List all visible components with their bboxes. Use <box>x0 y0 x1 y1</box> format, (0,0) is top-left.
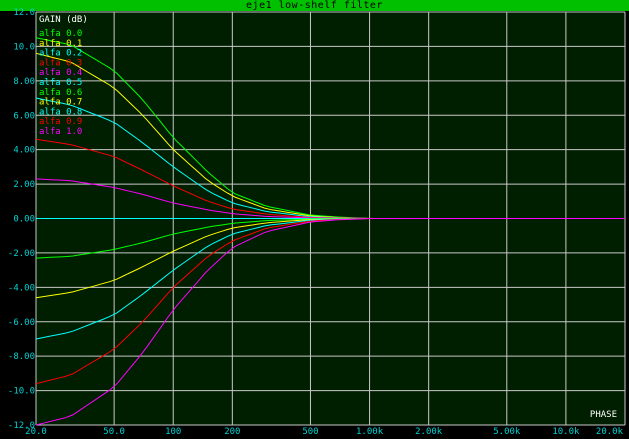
y-tick-label-7: -2.00 <box>8 249 35 259</box>
phase-label: PHASE <box>590 410 617 420</box>
x-tick-label-4: 500 <box>302 427 318 437</box>
x-tick-label-2: 100 <box>165 427 181 437</box>
y-tick-label-3: 6.00 <box>13 111 35 121</box>
legend-entry-1: alfa 0.1 <box>39 39 82 49</box>
legend-entry-4: alfa 0.4 <box>39 68 82 78</box>
chart-canvas: 12.0 10.0 8.00 6.00 4.00 2.00 0.00 -2.00 -4.00 -6… <box>8 8 626 437</box>
y-tick-label-9: -6.00 <box>8 318 35 328</box>
legend-entry-7: alfa 0.7 <box>39 98 82 108</box>
x-tick-label-6: 2.00k <box>415 427 443 437</box>
y-tick-label-4: 4.00 <box>13 146 35 156</box>
legend-entry-2: alfa 0.2 <box>39 49 82 59</box>
legend-entry-5: alfa 0.5 <box>39 78 82 88</box>
y-tick-label-6: 0.00 <box>13 215 35 225</box>
y-tick-label-5: 2.00 <box>13 180 35 190</box>
y-axis-label: GAIN (dB) <box>39 15 88 25</box>
legend-entry-0: alfa 0.0 <box>39 29 82 39</box>
y-tick-label-8: -4.00 <box>8 283 35 293</box>
x-tick-label-8: 10.0k <box>552 427 580 437</box>
x-tick-label-7: 5.00k <box>493 427 521 437</box>
x-tick-label-0: 20.0 <box>25 427 47 437</box>
y-tick-label-0: 12.0 <box>13 8 35 18</box>
x-tick-labels: 20.0 50.0 100 200 500 1.00k 2.00k 5.00k 10.0k 20.… <box>25 427 623 437</box>
x-tick-label-9: 20.0k <box>596 427 624 437</box>
y-tick-label-11: -10.0 <box>8 387 35 397</box>
legend-entry-9: alfa 0.9 <box>39 117 82 127</box>
legend: GAIN (dB) alfa 0.0alfa 0.1alfa 0.2alfa 0… <box>39 15 88 137</box>
y-tick-label-2: 8.00 <box>13 77 35 87</box>
y-tick-label-10: -8.00 <box>8 352 35 362</box>
plot-window: eje1 low-shelf filter 12.0 10.0 8.00 6.00 4.… <box>0 0 629 439</box>
x-tick-label-3: 200 <box>224 427 240 437</box>
legend-entry-3: alfa 0.3 <box>39 58 82 68</box>
x-tick-label-5: 1.00k <box>356 427 384 437</box>
legend-entry-6: alfa 0.6 <box>39 88 82 98</box>
y-tick-labels: 12.0 10.0 8.00 6.00 4.00 2.00 0.00 -2.00 -4.00 -6… <box>8 8 35 431</box>
y-tick-label-1: 10.0 <box>13 42 35 52</box>
legend-entry-10: alfa 1.0 <box>39 127 82 137</box>
legend-entry-8: alfa 0.8 <box>39 107 82 117</box>
x-tick-label-1: 50.0 <box>103 427 125 437</box>
